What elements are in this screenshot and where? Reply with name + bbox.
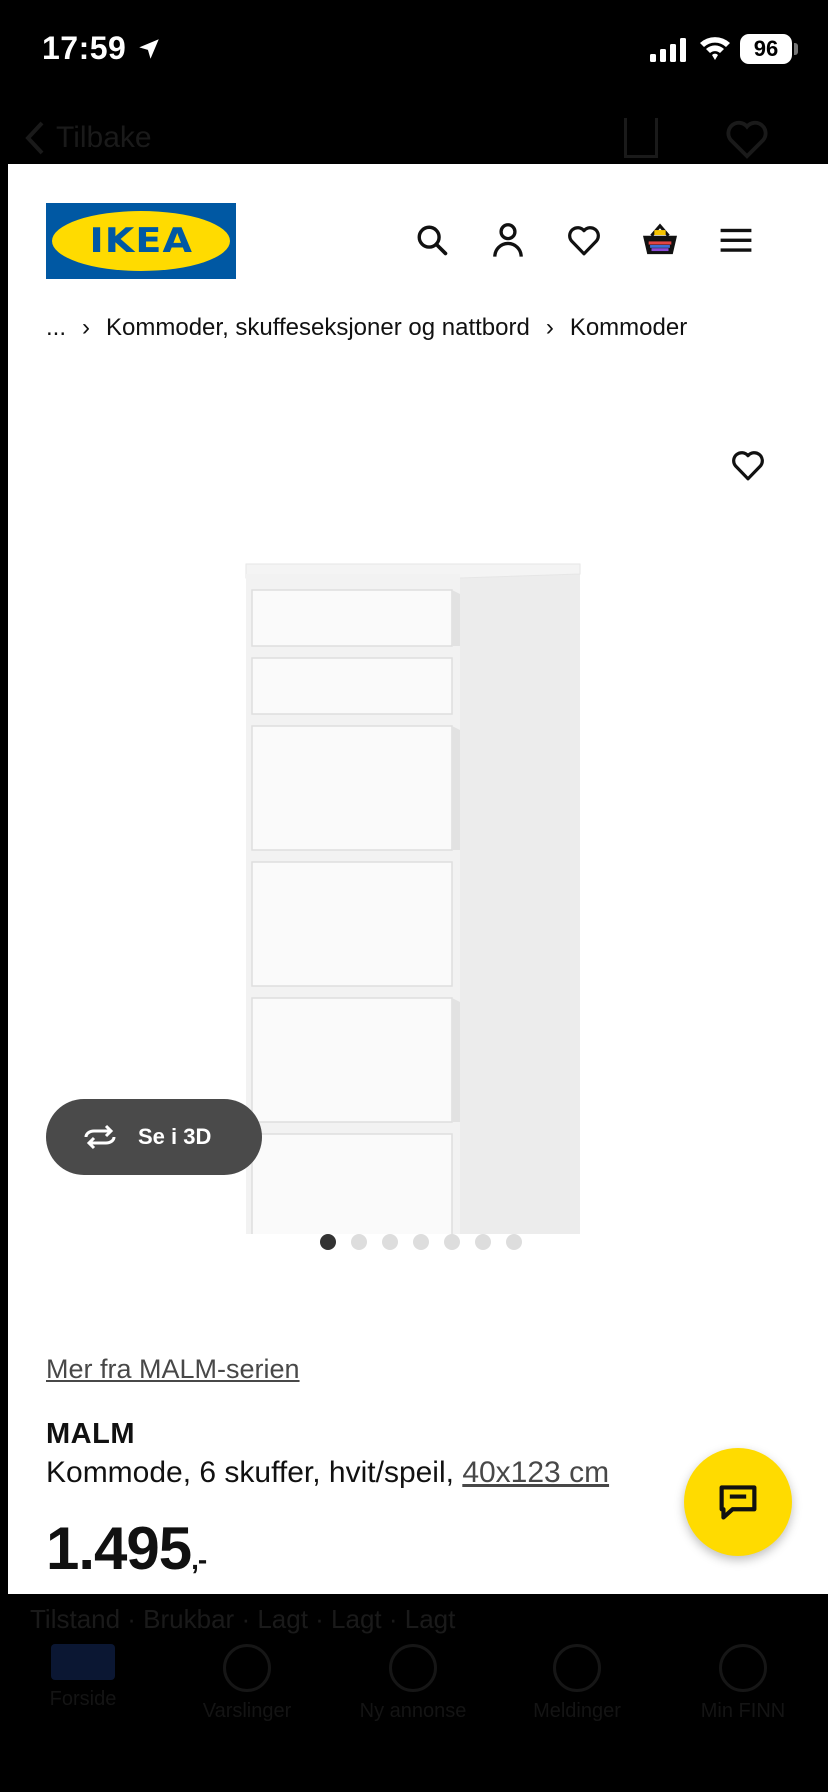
chevron-right-icon: › [545, 314, 554, 341]
chat-button[interactable] [684, 1448, 792, 1556]
battery-indicator: 96 [740, 34, 792, 64]
tab-label: Ny annonse [359, 1700, 467, 1722]
bell-icon [223, 1644, 271, 1692]
breadcrumb-ellipsis[interactable]: ... [46, 314, 66, 342]
breadcrumb: ... › Kommoder, skuffeseksjoner og nattb… [46, 314, 687, 342]
product-dimensions-link[interactable]: 40x123 cm [462, 1456, 609, 1489]
logo-text: IKEA [89, 221, 193, 261]
save-product-button[interactable] [730, 449, 766, 486]
carousel-dot[interactable] [506, 1234, 522, 1250]
back-label: Tilbake [56, 121, 152, 154]
wifi-icon [700, 37, 730, 60]
back-button: Tilbake [24, 120, 152, 156]
view-3d-button[interactable]: Se i 3D [46, 1099, 262, 1175]
carousel-dot[interactable] [444, 1234, 460, 1250]
tab-messages: Meldinger [502, 1644, 652, 1723]
tab-notifications: Varslinger [172, 1644, 322, 1723]
cellular-signal-icon [650, 38, 686, 62]
carousel-dot[interactable] [413, 1234, 429, 1250]
heart-icon [732, 451, 764, 481]
series-link[interactable]: Mer fra MALM-serien [46, 1354, 300, 1385]
logo-oval: IKEA [52, 211, 230, 271]
tab-new-ad: Ny annonse [338, 1644, 488, 1723]
favorite-heart-icon [726, 120, 768, 159]
tab-label: Forside [49, 1688, 117, 1710]
menu-button[interactable] [716, 220, 756, 260]
ikea-logo[interactable]: IKEA [46, 203, 236, 279]
ikea-header: IKEA [8, 164, 828, 284]
product-name: MALM [46, 1418, 135, 1450]
battery-tip [794, 43, 798, 55]
profile-icon [719, 1644, 767, 1692]
user-icon [493, 223, 523, 257]
product-description: Kommode, 6 skuffer, hvit/speil, 40x123 c… [46, 1456, 609, 1490]
carousel-dot[interactable] [351, 1234, 367, 1250]
favorites-button[interactable] [564, 220, 604, 260]
underlying-toast-text: Tilstand · Brukbar · Lagt · Lagt · Lagt [30, 1604, 456, 1634]
shopping-basket-icon [643, 223, 677, 255]
view-3d-label: Se i 3D [138, 1124, 212, 1149]
image-carousel-dots [8, 1234, 828, 1250]
carousel-dot[interactable] [320, 1234, 336, 1250]
chevron-left-icon [25, 121, 44, 155]
tab-label: Meldinger [533, 1700, 621, 1722]
breadcrumb-item-dressers[interactable]: Kommoder [570, 314, 687, 342]
tab-label: Min FINN [700, 1700, 786, 1722]
breadcrumb-item-dressers-category[interactable]: Kommoder, skuffeseksjoner og nattbord [106, 314, 530, 342]
search-button[interactable] [412, 220, 452, 260]
hamburger-menu-icon [720, 228, 752, 252]
tab-label: Varslinger [202, 1700, 292, 1722]
share-icon [624, 118, 658, 158]
message-icon [553, 1644, 601, 1692]
chevron-right-icon: › [82, 314, 91, 341]
carousel-dot[interactable] [382, 1234, 398, 1250]
status-bar: 17:59 96 [0, 0, 828, 100]
price-suffix: ,- [191, 1544, 207, 1575]
home-icon [51, 1644, 115, 1680]
tab-home: Forside [8, 1644, 158, 1711]
search-icon [417, 225, 448, 256]
price-value: 1.495 [46, 1515, 192, 1582]
plus-circle-icon [389, 1644, 437, 1692]
cart-button[interactable] [640, 220, 680, 260]
chat-bubble-icon [719, 1485, 757, 1520]
status-time: 17:59 [42, 30, 127, 66]
tab-profile: Min FINN [668, 1644, 818, 1723]
heart-icon [568, 226, 600, 256]
underlying-tab-bar: Tilstand · Brukbar · Lagt · Lagt · Lagt … [0, 1594, 828, 1792]
product-price: 1.495,- [46, 1514, 207, 1583]
carousel-dot[interactable] [475, 1234, 491, 1250]
account-button[interactable] [488, 220, 528, 260]
product-sheet: IKEA ... › Kommoder, skuffeseksjoner og … [8, 164, 828, 1594]
underlying-navbar: Tilbake [0, 100, 828, 164]
rotate-3d-icon [84, 1124, 116, 1150]
product-description-text: Kommode, 6 skuffer, hvit/speil, [46, 1456, 463, 1489]
location-arrow-icon [139, 39, 159, 59]
